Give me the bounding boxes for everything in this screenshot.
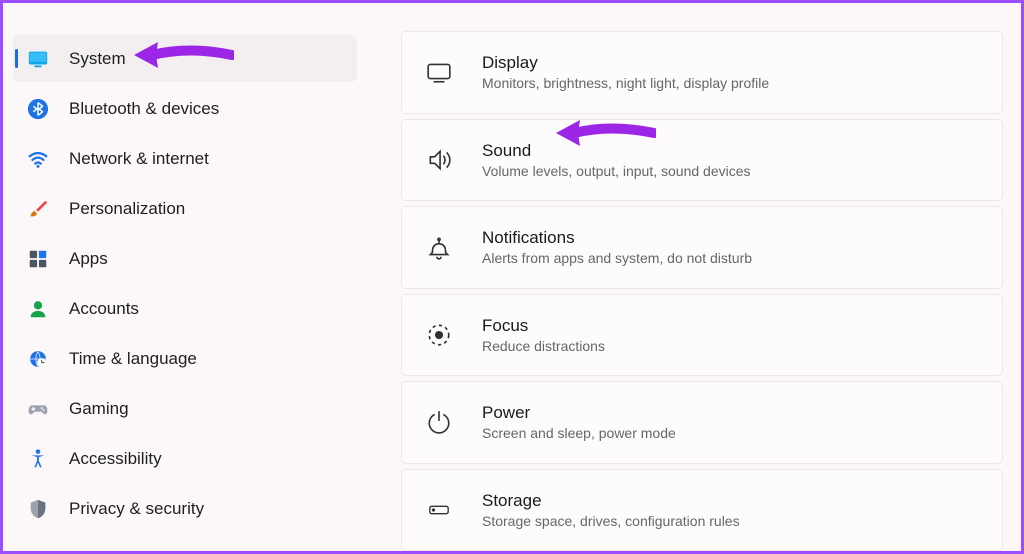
sidebar-item-label: System xyxy=(69,49,126,69)
shield-icon xyxy=(27,498,49,520)
bell-icon xyxy=(424,232,454,262)
display-icon xyxy=(424,57,454,87)
card-power[interactable]: Power Screen and sleep, power mode xyxy=(401,381,1003,464)
card-title: Sound xyxy=(482,141,751,161)
apps-icon xyxy=(27,248,49,270)
card-title: Focus xyxy=(482,316,605,336)
sidebar-item-label: Time & language xyxy=(69,349,197,369)
card-subtitle: Storage space, drives, configuration rul… xyxy=(482,513,740,529)
sidebar-item-network[interactable]: Network & internet xyxy=(13,135,357,182)
card-subtitle: Volume levels, output, input, sound devi… xyxy=(482,163,751,179)
sidebar-item-label: Privacy & security xyxy=(69,499,204,519)
system-settings-list: Display Monitors, brightness, night ligh… xyxy=(373,3,1021,551)
card-notifications[interactable]: Notifications Alerts from apps and syste… xyxy=(401,206,1003,289)
sidebar-item-accounts[interactable]: Accounts xyxy=(13,285,357,332)
sidebar-item-accessibility[interactable]: Accessibility xyxy=(13,435,357,482)
brush-icon xyxy=(27,198,49,220)
bluetooth-icon xyxy=(27,98,49,120)
focus-icon xyxy=(424,320,454,350)
sidebar-item-gaming[interactable]: Gaming xyxy=(13,385,357,432)
card-storage[interactable]: Storage Storage space, drives, configura… xyxy=(401,469,1003,552)
accessibility-icon xyxy=(27,448,49,470)
accounts-icon xyxy=(27,298,49,320)
card-title: Display xyxy=(482,53,769,73)
sidebar-item-personalization[interactable]: Personalization xyxy=(13,185,357,232)
storage-icon xyxy=(424,495,454,525)
sidebar-item-label: Accounts xyxy=(69,299,139,319)
sidebar-item-system[interactable]: System xyxy=(13,35,357,82)
sidebar-item-label: Network & internet xyxy=(69,149,209,169)
card-title: Power xyxy=(482,403,676,423)
card-title: Notifications xyxy=(482,228,752,248)
sidebar-item-privacy[interactable]: Privacy & security xyxy=(13,485,357,532)
system-icon xyxy=(27,48,49,70)
settings-sidebar: System Bluetooth & devices Network & int… xyxy=(3,3,373,551)
sidebar-item-time[interactable]: Time & language xyxy=(13,335,357,382)
card-subtitle: Monitors, brightness, night light, displ… xyxy=(482,75,769,91)
gaming-icon xyxy=(27,398,49,420)
card-focus[interactable]: Focus Reduce distractions xyxy=(401,294,1003,377)
sidebar-item-label: Apps xyxy=(69,249,108,269)
card-subtitle: Reduce distractions xyxy=(482,338,605,354)
card-subtitle: Alerts from apps and system, do not dist… xyxy=(482,250,752,266)
sidebar-item-bluetooth[interactable]: Bluetooth & devices xyxy=(13,85,357,132)
power-icon xyxy=(424,407,454,437)
sidebar-item-label: Bluetooth & devices xyxy=(69,99,219,119)
wifi-icon xyxy=(27,148,49,170)
card-title: Storage xyxy=(482,491,740,511)
clock-globe-icon xyxy=(27,348,49,370)
sidebar-item-label: Personalization xyxy=(69,199,185,219)
sound-icon xyxy=(424,145,454,175)
card-subtitle: Screen and sleep, power mode xyxy=(482,425,676,441)
card-display[interactable]: Display Monitors, brightness, night ligh… xyxy=(401,31,1003,114)
sidebar-item-label: Accessibility xyxy=(69,449,162,469)
sidebar-item-apps[interactable]: Apps xyxy=(13,235,357,282)
sidebar-item-label: Gaming xyxy=(69,399,129,419)
card-sound[interactable]: Sound Volume levels, output, input, soun… xyxy=(401,119,1003,202)
